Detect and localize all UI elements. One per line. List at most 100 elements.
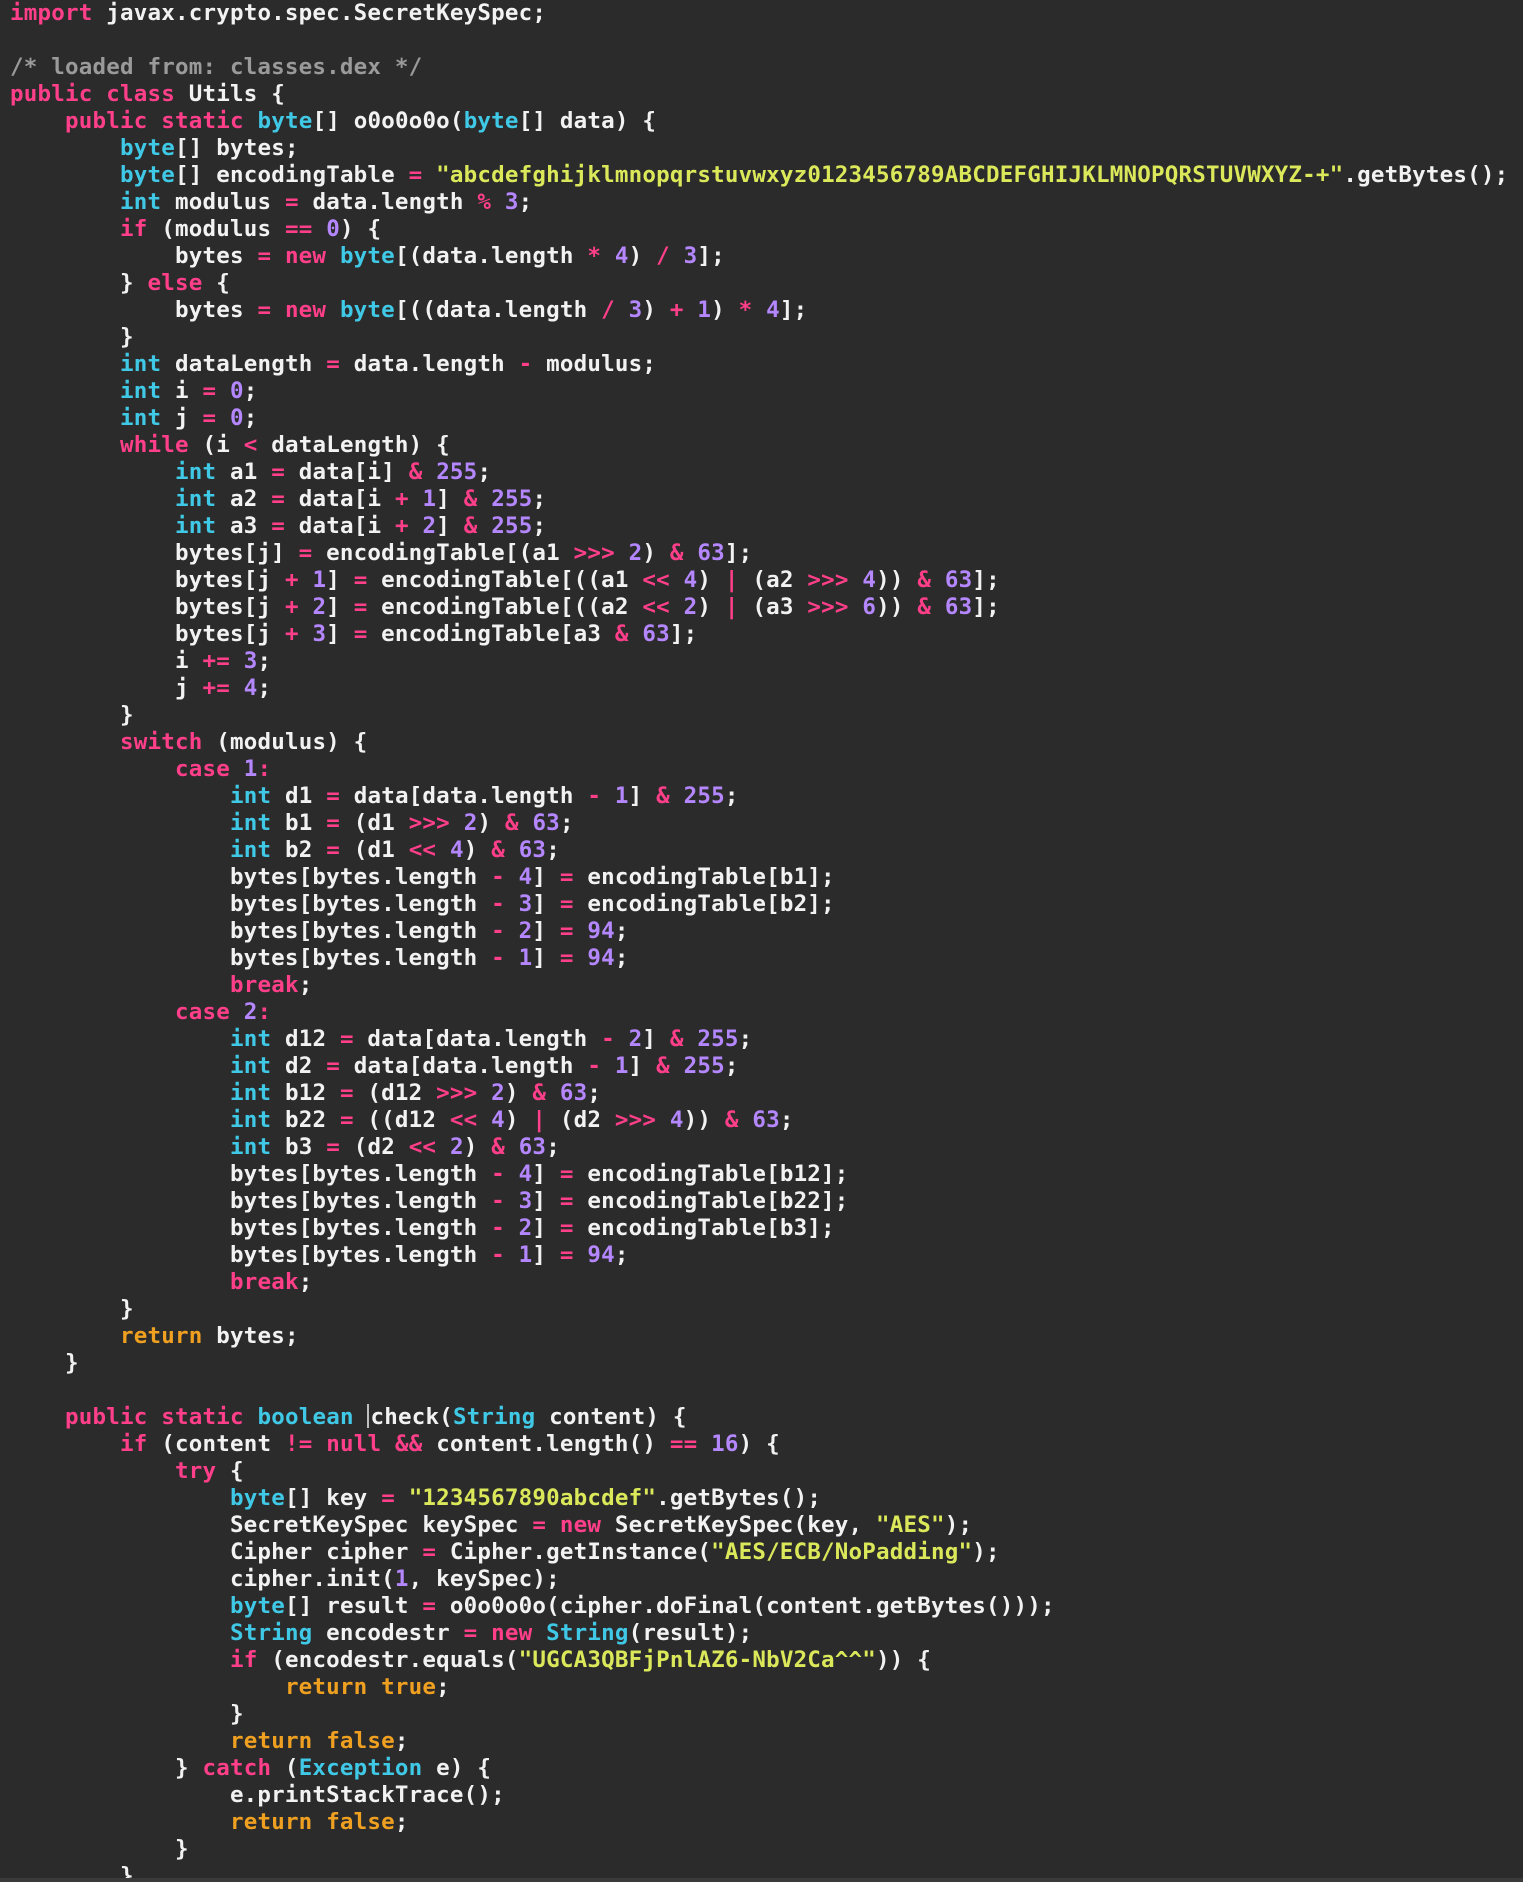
code-line[interactable]: int d1 = data[data.length - 1] & 255; [10, 783, 1508, 810]
code-token: + [284, 594, 299, 620]
code-line[interactable]: bytes[j + 2] = encodingTable[((a2 << 2) … [10, 594, 1508, 621]
code-line[interactable]: public static byte[] o0o0o0o(byte[] data… [10, 108, 1508, 135]
code-line[interactable]: try { [10, 1458, 1508, 1485]
code-line[interactable]: int j = 0; [10, 405, 1508, 432]
code-line[interactable]: } else { [10, 270, 1508, 297]
code-token: ] [642, 1026, 670, 1052]
code-token: case [174, 756, 230, 782]
code-line[interactable]: case 2: [10, 999, 1508, 1026]
code-line[interactable]: bytes[bytes.length - 2] = encodingTable[… [10, 1215, 1508, 1242]
code-line[interactable]: e.printStackTrace(); [10, 1782, 1508, 1809]
code-line[interactable]: } [10, 702, 1508, 729]
code-line[interactable]: i += 3; [10, 648, 1508, 675]
code-line[interactable]: bytes[bytes.length - 1] = 94; [10, 1242, 1508, 1269]
code-line[interactable]: bytes[bytes.length - 2] = 94; [10, 918, 1508, 945]
code-line[interactable]: bytes = new byte[(data.length * 4) / 3]; [10, 243, 1508, 270]
code-line[interactable]: return false; [10, 1809, 1508, 1836]
code-token: ; [394, 1809, 409, 1835]
code-line[interactable]: int modulus = data.length % 3; [10, 189, 1508, 216]
code-line[interactable]: import javax.crypto.spec.SecretKeySpec; [10, 0, 1508, 27]
code-line[interactable]: while (i < dataLength) { [10, 432, 1508, 459]
code-line[interactable]: return bytes; [10, 1323, 1508, 1350]
code-token: 63 [752, 1107, 780, 1133]
code-line[interactable]: } [10, 1350, 1508, 1377]
code-line[interactable]: int d12 = data[data.length - 2] & 255; [10, 1026, 1508, 1053]
code-line[interactable]: SecretKeySpec keySpec = new SecretKeySpe… [10, 1512, 1508, 1539]
horizontal-scrollbar[interactable] [0, 1878, 1523, 1882]
code-line[interactable]: /* loaded from: classes.dex */ [10, 54, 1508, 81]
code-line[interactable]: cipher.init(1, keySpec); [10, 1566, 1508, 1593]
code-token: 255 [683, 783, 725, 809]
code-line[interactable]: bytes[bytes.length - 4] = encodingTable[… [10, 1161, 1508, 1188]
code-line[interactable]: break; [10, 1269, 1508, 1296]
code-token: false [326, 1728, 395, 1754]
code-token: 2 [683, 594, 698, 620]
code-line[interactable]: return true; [10, 1674, 1508, 1701]
code-line[interactable]: if (encodestr.equals("UGCA3QBFjPnlAZ6-Nb… [10, 1647, 1508, 1674]
code-line[interactable]: int a2 = data[i + 1] & 255; [10, 486, 1508, 513]
code-line[interactable]: bytes[bytes.length - 3] = encodingTable[… [10, 1188, 1508, 1215]
code-line[interactable]: ​ [10, 1377, 1508, 1404]
code-line[interactable]: int b1 = (d1 >>> 2) & 63; [10, 810, 1508, 837]
code-line[interactable]: int i = 0; [10, 378, 1508, 405]
code-line[interactable]: int b12 = (d12 >>> 2) & 63; [10, 1080, 1508, 1107]
code-line[interactable]: byte[] encodingTable = "abcdefghijklmnop… [10, 162, 1508, 189]
code-line[interactable]: ​ [10, 27, 1508, 54]
code-token: & [656, 1053, 670, 1079]
code-token: ) [477, 810, 505, 836]
code-line[interactable]: bytes = new byte[((data.length / 3) + 1)… [10, 297, 1508, 324]
code-token: 3 [628, 297, 643, 323]
code-line[interactable]: } [10, 1836, 1508, 1863]
code-line[interactable]: } [10, 324, 1508, 351]
code-line[interactable]: int b3 = (d2 << 2) & 63; [10, 1134, 1508, 1161]
code-token: if [119, 216, 148, 242]
code-line[interactable]: int a1 = data[i] & 255; [10, 459, 1508, 486]
code-line[interactable]: j += 4; [10, 675, 1508, 702]
code-line[interactable]: bytes[j] = encodingTable[(a1 >>> 2) & 63… [10, 540, 1508, 567]
code-line[interactable]: return false; [10, 1728, 1508, 1755]
code-token: 255 [491, 513, 533, 539]
code-line[interactable]: bytes[bytes.length - 4] = encodingTable[… [10, 864, 1508, 891]
code-line[interactable]: break; [10, 972, 1508, 999]
code-line[interactable]: if (content != null && content.length() … [10, 1431, 1508, 1458]
code-line[interactable]: public static boolean check(String conte… [10, 1404, 1508, 1431]
code-line[interactable]: bytes[bytes.length - 3] = encodingTable[… [10, 891, 1508, 918]
code-token: "UGCA3QBFjPnlAZ6-NbV2Ca^^" [518, 1647, 877, 1673]
code-line[interactable]: switch (modulus) { [10, 729, 1508, 756]
code-token: data[i] [284, 459, 409, 485]
code-line[interactable]: if (modulus == 0) { [10, 216, 1508, 243]
code-line[interactable]: bytes[j + 1] = encodingTable[((a1 << 4) … [10, 567, 1508, 594]
code-line[interactable]: int b2 = (d1 << 4) & 63; [10, 837, 1508, 864]
code-token: ]; [779, 297, 808, 323]
code-token: byte [119, 135, 175, 161]
code-line[interactable]: byte[] result = o0o0o0o(cipher.doFinal(c… [10, 1593, 1508, 1620]
code-token: = [284, 189, 299, 215]
code-line[interactable]: Cipher cipher = Cipher.getInstance("AES/… [10, 1539, 1508, 1566]
code-line[interactable]: case 1: [10, 756, 1508, 783]
code-line[interactable]: } catch (Exception e) { [10, 1755, 1508, 1782]
code-token: 16 [711, 1431, 739, 1457]
code-token: ) [628, 243, 657, 269]
code-token: ; [243, 405, 258, 431]
code-token: { [216, 1458, 244, 1484]
code-line[interactable]: } [10, 1296, 1508, 1323]
code-line[interactable]: int d2 = data[data.length - 1] & 255; [10, 1053, 1508, 1080]
code-line[interactable]: int dataLength = data.length - modulus; [10, 351, 1508, 378]
code-line[interactable]: int a3 = data[i + 2] & 255; [10, 513, 1508, 540]
code-line[interactable]: int b22 = ((d12 << 4) | (d2 >>> 4)) & 63… [10, 1107, 1508, 1134]
code-token: [] result [284, 1593, 423, 1619]
code-editor[interactable]: import javax.crypto.spec.SecretKeySpec;​… [0, 0, 1523, 1882]
code-token: = [202, 405, 217, 431]
code-line[interactable]: byte[] bytes; [10, 135, 1508, 162]
code-line[interactable]: String encodestr = new String(result); [10, 1620, 1508, 1647]
code-line[interactable]: bytes[j + 3] = encodingTable[a3 & 63]; [10, 621, 1508, 648]
code-line[interactable]: public class Utils { [10, 81, 1508, 108]
code-line[interactable]: bytes[bytes.length - 1] = 94; [10, 945, 1508, 972]
code-lines[interactable]: import javax.crypto.spec.SecretKeySpec;​… [10, 0, 1508, 1882]
code-line[interactable]: } [10, 1701, 1508, 1728]
code-line[interactable]: byte[] key = "1234567890abcdef".getBytes… [10, 1485, 1508, 1512]
